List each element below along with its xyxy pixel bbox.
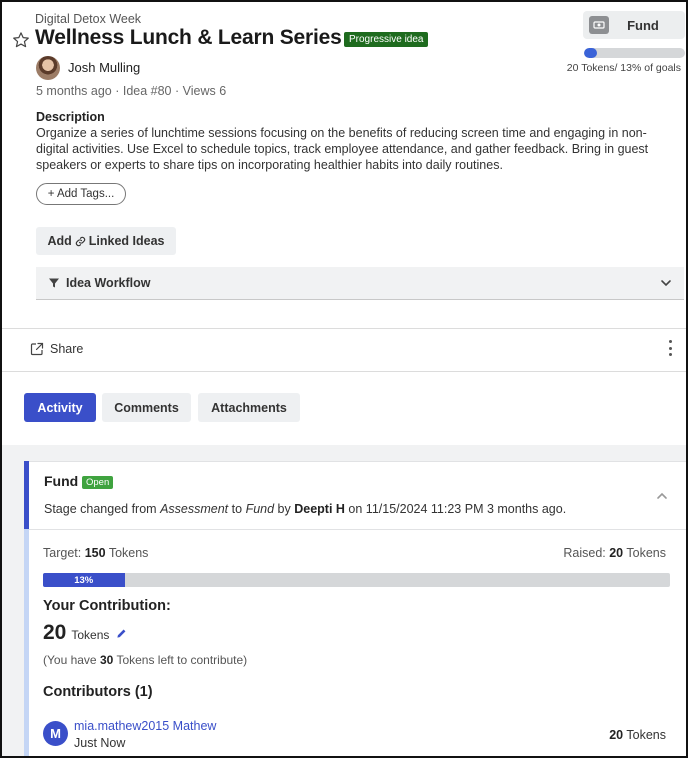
tab-attachments[interactable]: Attachments [198, 393, 300, 422]
share-button[interactable]: Share [30, 342, 83, 356]
workflow-label: Idea Workflow [66, 276, 151, 290]
your-contribution: 20 Tokens [43, 621, 127, 645]
target-tokens: Target: 150 Tokens [43, 546, 149, 560]
author-avatar[interactable] [36, 56, 60, 80]
tab-activity[interactable]: Activity [24, 393, 96, 422]
status-badge: Progressive idea [344, 32, 429, 47]
share-icon [30, 342, 44, 356]
contributor-time: Just Now [74, 736, 126, 750]
card-title: Fund [44, 473, 79, 489]
contributor-tokens: 20 Tokens [609, 728, 666, 742]
description-heading: Description [36, 110, 105, 124]
description-text: Organize a series of lunchtime sessions … [36, 126, 649, 172]
stage-status-badge: Open [82, 476, 114, 489]
contribution-unit: Tokens [71, 628, 110, 642]
idea-workflow-accordion[interactable]: Idea Workflow [36, 267, 684, 300]
stage-change-text: Stage changed from Assessment to Fund by… [44, 502, 567, 516]
fund-progress-bar [584, 48, 685, 58]
contributor-name[interactable]: mia.mathew2015 Mathew [74, 719, 216, 733]
author-name[interactable]: Josh Mulling [68, 60, 140, 75]
idea-meta: 5 months ago · Idea #80 · Views 6 [36, 84, 227, 98]
star-icon[interactable] [12, 31, 30, 49]
fund-button[interactable]: Fund [583, 11, 685, 39]
divider [2, 371, 686, 372]
remaining-tokens-note: (You have 30 Tokens left to contribute) [43, 653, 248, 667]
linked-ideas-label: Linked Ideas [88, 234, 165, 248]
money-icon [589, 16, 609, 34]
idea-page: Digital Detox Week Wellness Lunch & Lear… [0, 0, 688, 758]
edit-icon[interactable] [116, 628, 127, 639]
add-linked-ideas-button[interactable]: Add Linked Ideas [36, 227, 176, 255]
chevron-down-icon [661, 280, 671, 287]
card-accent [24, 461, 29, 529]
fund-button-label: Fund [627, 17, 659, 33]
stage-changed-by: Deepti H [294, 502, 345, 516]
funding-progress-fill: 13% [43, 573, 125, 587]
funding-progress-bar: 13% [43, 573, 670, 587]
linked-ideas-prefix: Add [47, 234, 72, 248]
campaign-name[interactable]: Digital Detox Week [35, 12, 141, 26]
add-tags-button[interactable]: + Add Tags... [36, 183, 126, 205]
divider [29, 529, 686, 530]
link-icon [75, 236, 85, 246]
tab-comments[interactable]: Comments [102, 393, 191, 422]
fund-progress-summary: 20 Tokens/ 13% of goals [566, 62, 681, 74]
fund-progress-fill [584, 48, 598, 58]
idea-title: Wellness Lunch & Learn Series [35, 26, 342, 49]
contributor-avatar[interactable]: M [43, 721, 68, 746]
chevron-up-icon[interactable] [656, 491, 668, 501]
share-label: Share [50, 342, 84, 356]
raised-tokens: Raised: 20 Tokens [563, 546, 666, 560]
filter-icon [49, 278, 59, 288]
divider [2, 328, 686, 329]
card-accent-light [24, 529, 29, 756]
your-contribution-heading: Your Contribution: [43, 598, 171, 614]
more-options-icon[interactable] [666, 340, 674, 356]
contributors-heading: Contributors (1) [43, 684, 153, 700]
contribution-amount: 20 [43, 621, 67, 644]
